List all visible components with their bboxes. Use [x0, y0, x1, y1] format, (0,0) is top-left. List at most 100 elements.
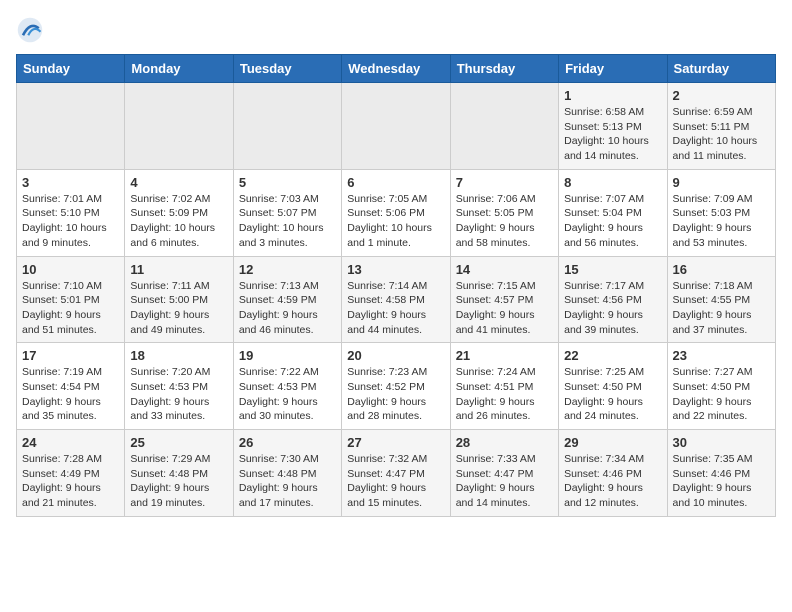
day-info: Sunrise: 7:23 AM Sunset: 4:52 PM Dayligh… — [347, 365, 444, 424]
calendar-cell: 7 Sunrise: 7:06 AM Sunset: 5:05 PM Daylig… — [450, 169, 558, 256]
calendar-cell: 13 Sunrise: 7:14 AM Sunset: 4:58 PM Dayli… — [342, 256, 450, 343]
day-info: Sunrise: 7:28 AM Sunset: 4:49 PM Dayligh… — [22, 452, 119, 511]
day-number: 14 — [456, 262, 553, 277]
day-info: Sunrise: 7:34 AM Sunset: 4:46 PM Dayligh… — [564, 452, 661, 511]
day-number: 3 — [22, 175, 119, 190]
day-info: Sunrise: 7:15 AM Sunset: 4:57 PM Dayligh… — [456, 279, 553, 338]
calendar-cell: 26 Sunrise: 7:30 AM Sunset: 4:48 PM Dayli… — [233, 430, 341, 517]
col-header-monday: Monday — [125, 55, 233, 83]
day-number: 19 — [239, 348, 336, 363]
col-header-saturday: Saturday — [667, 55, 775, 83]
week-row-3: 10 Sunrise: 7:10 AM Sunset: 5:01 PM Dayli… — [17, 256, 776, 343]
day-info: Sunrise: 7:14 AM Sunset: 4:58 PM Dayligh… — [347, 279, 444, 338]
day-info: Sunrise: 7:29 AM Sunset: 4:48 PM Dayligh… — [130, 452, 227, 511]
day-number: 26 — [239, 435, 336, 450]
calendar-cell: 10 Sunrise: 7:10 AM Sunset: 5:01 PM Dayli… — [17, 256, 125, 343]
calendar-cell: 1 Sunrise: 6:58 AM Sunset: 5:13 PM Daylig… — [559, 83, 667, 170]
header — [16, 16, 776, 44]
day-number: 16 — [673, 262, 770, 277]
calendar-cell: 6Sunrise: 7:05 AM Sunset: 5:06 PM Daylig… — [342, 169, 450, 256]
day-number: 22 — [564, 348, 661, 363]
day-number: 30 — [673, 435, 770, 450]
calendar-cell — [342, 83, 450, 170]
calendar-cell: 12 Sunrise: 7:13 AM Sunset: 4:59 PM Dayli… — [233, 256, 341, 343]
calendar-cell: 9 Sunrise: 7:09 AM Sunset: 5:03 PM Daylig… — [667, 169, 775, 256]
col-header-thursday: Thursday — [450, 55, 558, 83]
calendar-table: SundayMondayTuesdayWednesdayThursdayFrid… — [16, 54, 776, 517]
week-row-1: 1 Sunrise: 6:58 AM Sunset: 5:13 PM Daylig… — [17, 83, 776, 170]
day-info: Sunrise: 7:27 AM Sunset: 4:50 PM Dayligh… — [673, 365, 770, 424]
day-number: 25 — [130, 435, 227, 450]
calendar-cell: 16 Sunrise: 7:18 AM Sunset: 4:55 PM Dayli… — [667, 256, 775, 343]
day-number: 17 — [22, 348, 119, 363]
day-info: Sunrise: 7:06 AM Sunset: 5:05 PM Dayligh… — [456, 192, 553, 251]
day-info: Sunrise: 7:13 AM Sunset: 4:59 PM Dayligh… — [239, 279, 336, 338]
day-info: Sunrise: 7:11 AM Sunset: 5:00 PM Dayligh… — [130, 279, 227, 338]
col-header-friday: Friday — [559, 55, 667, 83]
day-info: Sunrise: 7:20 AM Sunset: 4:53 PM Dayligh… — [130, 365, 227, 424]
day-info: Sunrise: 7:22 AM Sunset: 4:53 PM Dayligh… — [239, 365, 336, 424]
header-row: SundayMondayTuesdayWednesdayThursdayFrid… — [17, 55, 776, 83]
week-row-4: 17Sunrise: 7:19 AM Sunset: 4:54 PM Dayli… — [17, 343, 776, 430]
day-number: 23 — [673, 348, 770, 363]
day-info: Sunrise: 7:25 AM Sunset: 4:50 PM Dayligh… — [564, 365, 661, 424]
calendar-cell: 11 Sunrise: 7:11 AM Sunset: 5:00 PM Dayli… — [125, 256, 233, 343]
day-number: 21 — [456, 348, 553, 363]
day-info: Sunrise: 7:24 AM Sunset: 4:51 PM Dayligh… — [456, 365, 553, 424]
week-row-2: 3 Sunrise: 7:01 AM Sunset: 5:10 PM Daylig… — [17, 169, 776, 256]
calendar-cell: 3 Sunrise: 7:01 AM Sunset: 5:10 PM Daylig… — [17, 169, 125, 256]
day-info: Sunrise: 7:10 AM Sunset: 5:01 PM Dayligh… — [22, 279, 119, 338]
col-header-wednesday: Wednesday — [342, 55, 450, 83]
day-info: Sunrise: 7:33 AM Sunset: 4:47 PM Dayligh… — [456, 452, 553, 511]
calendar-cell: 30 Sunrise: 7:35 AM Sunset: 4:46 PM Dayli… — [667, 430, 775, 517]
day-info: Sunrise: 7:09 AM Sunset: 5:03 PM Dayligh… — [673, 192, 770, 251]
logo-icon — [16, 16, 44, 44]
calendar-cell: 17Sunrise: 7:19 AM Sunset: 4:54 PM Dayli… — [17, 343, 125, 430]
day-number: 8 — [564, 175, 661, 190]
day-info: Sunrise: 7:18 AM Sunset: 4:55 PM Dayligh… — [673, 279, 770, 338]
calendar-cell: 24 Sunrise: 7:28 AM Sunset: 4:49 PM Dayli… — [17, 430, 125, 517]
day-info: Sunrise: 7:05 AM Sunset: 5:06 PM Dayligh… — [347, 192, 444, 251]
calendar-cell — [450, 83, 558, 170]
day-number: 5 — [239, 175, 336, 190]
calendar-cell: 21 Sunrise: 7:24 AM Sunset: 4:51 PM Dayli… — [450, 343, 558, 430]
logo — [16, 16, 48, 44]
calendar-cell: 19 Sunrise: 7:22 AM Sunset: 4:53 PM Dayli… — [233, 343, 341, 430]
day-number: 29 — [564, 435, 661, 450]
calendar-cell: 4Sunrise: 7:02 AM Sunset: 5:09 PM Daylig… — [125, 169, 233, 256]
day-info: Sunrise: 7:01 AM Sunset: 5:10 PM Dayligh… — [22, 192, 119, 251]
calendar-cell — [17, 83, 125, 170]
col-header-tuesday: Tuesday — [233, 55, 341, 83]
day-number: 7 — [456, 175, 553, 190]
week-row-5: 24 Sunrise: 7:28 AM Sunset: 4:49 PM Dayli… — [17, 430, 776, 517]
day-number: 24 — [22, 435, 119, 450]
day-number: 2 — [673, 88, 770, 103]
day-info: Sunrise: 7:35 AM Sunset: 4:46 PM Dayligh… — [673, 452, 770, 511]
calendar-cell: 15Sunrise: 7:17 AM Sunset: 4:56 PM Dayli… — [559, 256, 667, 343]
calendar-cell: 28 Sunrise: 7:33 AM Sunset: 4:47 PM Dayli… — [450, 430, 558, 517]
day-number: 10 — [22, 262, 119, 277]
calendar-cell — [125, 83, 233, 170]
calendar-cell: 23 Sunrise: 7:27 AM Sunset: 4:50 PM Dayli… — [667, 343, 775, 430]
day-number: 28 — [456, 435, 553, 450]
day-info: Sunrise: 7:30 AM Sunset: 4:48 PM Dayligh… — [239, 452, 336, 511]
day-info: Sunrise: 7:32 AM Sunset: 4:47 PM Dayligh… — [347, 452, 444, 511]
day-info: Sunrise: 6:59 AM Sunset: 5:11 PM Dayligh… — [673, 105, 770, 164]
calendar-cell: 2 Sunrise: 6:59 AM Sunset: 5:11 PM Daylig… — [667, 83, 775, 170]
day-number: 1 — [564, 88, 661, 103]
day-number: 4 — [130, 175, 227, 190]
calendar-cell: 5Sunrise: 7:03 AM Sunset: 5:07 PM Daylig… — [233, 169, 341, 256]
day-number: 12 — [239, 262, 336, 277]
calendar-cell: 18 Sunrise: 7:20 AM Sunset: 4:53 PM Dayli… — [125, 343, 233, 430]
day-number: 9 — [673, 175, 770, 190]
day-number: 20 — [347, 348, 444, 363]
day-number: 27 — [347, 435, 444, 450]
calendar-cell: 22 Sunrise: 7:25 AM Sunset: 4:50 PM Dayli… — [559, 343, 667, 430]
calendar-cell: 8Sunrise: 7:07 AM Sunset: 5:04 PM Daylig… — [559, 169, 667, 256]
day-info: Sunrise: 6:58 AM Sunset: 5:13 PM Dayligh… — [564, 105, 661, 164]
calendar-cell — [233, 83, 341, 170]
day-number: 11 — [130, 262, 227, 277]
day-number: 18 — [130, 348, 227, 363]
calendar-cell: 29 Sunrise: 7:34 AM Sunset: 4:46 PM Dayli… — [559, 430, 667, 517]
day-number: 13 — [347, 262, 444, 277]
